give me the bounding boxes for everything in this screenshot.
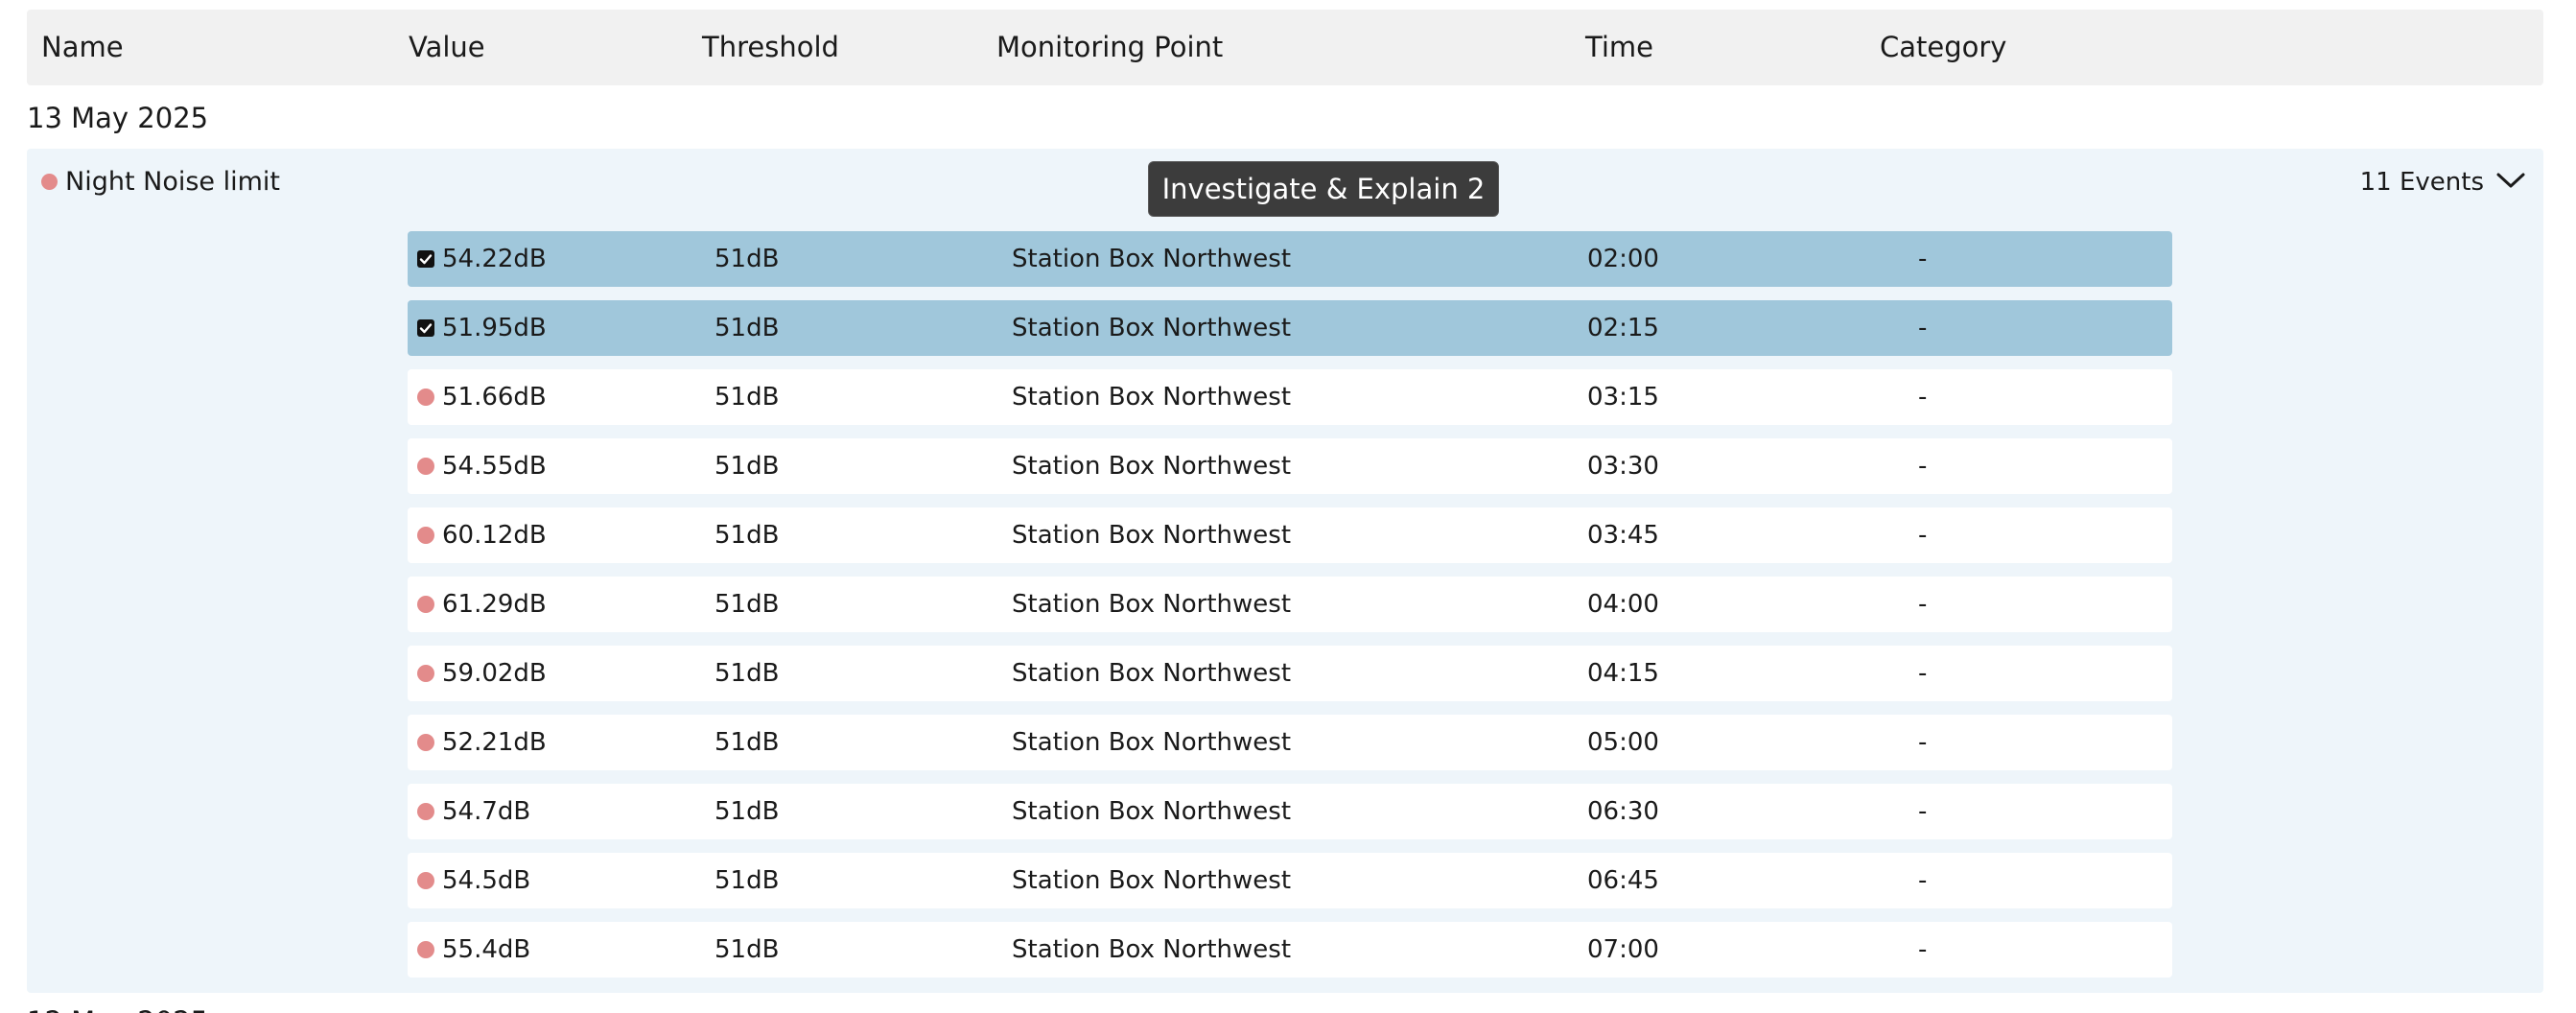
- event-category: -: [1918, 797, 1928, 826]
- event-category: -: [1918, 245, 1928, 273]
- event-monitoring-point: Station Box Northwest: [1012, 245, 1292, 273]
- status-dot-icon[interactable]: [417, 665, 434, 682]
- event-category: -: [1918, 728, 1928, 757]
- event-category: -: [1918, 590, 1928, 619]
- event-category: -: [1918, 935, 1928, 964]
- event-monitoring-point: Station Box Northwest: [1012, 728, 1292, 757]
- event-time: 05:00: [1587, 728, 1659, 757]
- event-threshold: 51dB: [714, 659, 780, 688]
- event-time: 06:45: [1587, 866, 1659, 895]
- event-count: 11 Events: [2359, 168, 2484, 197]
- date-heading: 13 May 2025: [27, 102, 209, 134]
- status-dot-icon[interactable]: [417, 527, 434, 544]
- event-time: 06:30: [1587, 797, 1659, 826]
- event-time: 02:15: [1587, 314, 1659, 342]
- event-row[interactable]: 51.95dB 51dB Station Box Northwest 02:15 -: [408, 300, 2172, 356]
- event-time: 03:45: [1587, 521, 1659, 550]
- event-row[interactable]: 59.02dB 51dB Station Box Northwest 04:15 -: [408, 646, 2172, 701]
- event-monitoring-point: Station Box Northwest: [1012, 521, 1292, 550]
- event-value: 60.12dB: [442, 521, 547, 550]
- event-time: 02:00: [1587, 245, 1659, 273]
- event-time: 04:00: [1587, 590, 1659, 619]
- column-header-category[interactable]: Category: [1880, 10, 2006, 85]
- column-header-threshold[interactable]: Threshold: [702, 10, 839, 85]
- event-monitoring-point: Station Box Northwest: [1012, 383, 1292, 412]
- event-value: 59.02dB: [442, 659, 547, 688]
- event-threshold: 51dB: [714, 245, 780, 273]
- status-dot-icon[interactable]: [417, 734, 434, 751]
- event-value: 54.5dB: [442, 866, 531, 895]
- column-header-monitoring-point[interactable]: Monitoring Point: [996, 10, 1223, 85]
- event-time: 07:00: [1587, 935, 1659, 964]
- event-value: 54.7dB: [442, 797, 531, 826]
- event-monitoring-point: Station Box Northwest: [1012, 314, 1292, 342]
- event-row[interactable]: 52.21dB 51dB Station Box Northwest 05:00 -: [408, 715, 2172, 770]
- event-category: -: [1918, 383, 1928, 412]
- event-threshold: 51dB: [714, 383, 780, 412]
- status-dot-icon: [41, 174, 58, 190]
- event-row[interactable]: 54.5dB 51dB Station Box Northwest 06:45 -: [408, 853, 2172, 908]
- event-time: 03:15: [1587, 383, 1659, 412]
- event-group: Night Noise limit 11 Events Investigate …: [27, 149, 2543, 993]
- event-threshold: 51dB: [714, 314, 780, 342]
- event-time: 03:30: [1587, 452, 1659, 481]
- event-threshold: 51dB: [714, 866, 780, 895]
- event-category: -: [1918, 659, 1928, 688]
- status-dot-icon[interactable]: [417, 872, 434, 889]
- column-header-name[interactable]: Name: [41, 10, 124, 85]
- event-category: -: [1918, 866, 1928, 895]
- event-value: 61.29dB: [442, 590, 547, 619]
- status-dot-icon[interactable]: [417, 596, 434, 613]
- chevron-down-icon[interactable]: [2495, 170, 2526, 191]
- event-value: 54.55dB: [442, 452, 547, 481]
- event-threshold: 51dB: [714, 452, 780, 481]
- event-category: -: [1918, 314, 1928, 342]
- event-time: 04:15: [1587, 659, 1659, 688]
- event-monitoring-point: Station Box Northwest: [1012, 590, 1292, 619]
- checkbox-checked-icon[interactable]: [417, 250, 434, 268]
- event-monitoring-point: Station Box Northwest: [1012, 452, 1292, 481]
- event-value: 51.66dB: [442, 383, 547, 412]
- event-row[interactable]: 60.12dB 51dB Station Box Northwest 03:45 -: [408, 507, 2172, 563]
- status-dot-icon[interactable]: [417, 458, 434, 475]
- status-dot-icon[interactable]: [417, 389, 434, 406]
- column-header-time[interactable]: Time: [1585, 10, 1653, 85]
- event-threshold: 51dB: [714, 590, 780, 619]
- event-value: 51.95dB: [442, 314, 547, 342]
- event-rows: 54.22dB 51dB Station Box Northwest 02:00-51…: [408, 231, 2172, 991]
- event-threshold: 51dB: [714, 935, 780, 964]
- event-value: 52.21dB: [442, 728, 547, 757]
- event-monitoring-point: Station Box Northwest: [1012, 866, 1292, 895]
- events-page: Name Value Threshold Monitoring Point Ti…: [0, 0, 2576, 1013]
- column-header-value[interactable]: Value: [409, 10, 485, 85]
- event-category: -: [1918, 521, 1928, 550]
- event-value: 55.4dB: [442, 935, 531, 964]
- event-threshold: 51dB: [714, 797, 780, 826]
- event-group-name: Night Noise limit: [65, 167, 280, 197]
- event-row[interactable]: 54.22dB 51dB Station Box Northwest 02:00 -: [408, 231, 2172, 287]
- event-threshold: 51dB: [714, 728, 780, 757]
- event-row[interactable]: 51.66dB 51dB Station Box Northwest 03:15 -: [408, 369, 2172, 425]
- event-row[interactable]: 55.4dB 51dB Station Box Northwest 07:00 -: [408, 922, 2172, 978]
- event-category: -: [1918, 452, 1928, 481]
- event-row[interactable]: 54.55dB 51dB Station Box Northwest 03:30 -: [408, 438, 2172, 494]
- event-row[interactable]: 54.7dB 51dB Station Box Northwest 06:30 -: [408, 784, 2172, 839]
- checkbox-checked-icon[interactable]: [417, 319, 434, 337]
- investigate-explain-button[interactable]: Investigate & Explain 2: [1148, 161, 1499, 217]
- event-monitoring-point: Station Box Northwest: [1012, 935, 1292, 964]
- event-row[interactable]: 61.29dB 51dB Station Box Northwest 04:00 -: [408, 577, 2172, 632]
- status-dot-icon[interactable]: [417, 803, 434, 820]
- event-monitoring-point: Station Box Northwest: [1012, 797, 1292, 826]
- status-dot-icon[interactable]: [417, 941, 434, 958]
- table-header: Name Value Threshold Monitoring Point Ti…: [27, 10, 2543, 85]
- event-value: 54.22dB: [442, 245, 547, 273]
- event-monitoring-point: Station Box Northwest: [1012, 659, 1292, 688]
- date-heading-next: 12 May 2025: [27, 998, 208, 1013]
- event-threshold: 51dB: [714, 521, 780, 550]
